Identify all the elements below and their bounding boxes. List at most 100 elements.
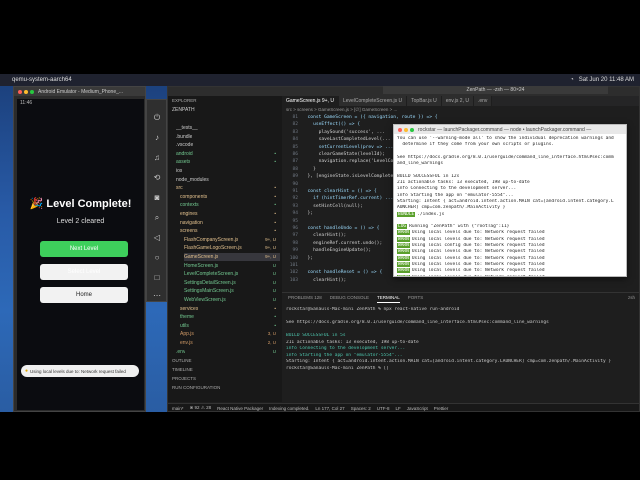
editor-tab[interactable]: GameScreen.js 9+, U bbox=[282, 96, 339, 106]
packager-line-text: You can use '--warning-mode all' to show… bbox=[397, 136, 614, 141]
tree-item[interactable]: LevelCompleteScreen.js U bbox=[184, 270, 280, 278]
outline-section[interactable]: OUTLINE bbox=[168, 357, 192, 365]
code-line: 85 setCurrentLevel(prev => ... bbox=[282, 144, 393, 151]
projects-section[interactable]: PROJECTS bbox=[168, 375, 196, 383]
integrated-terminal[interactable]: rockstar@Sanauls-Mac-mini ZenPath % npx … bbox=[286, 307, 636, 372]
camera-icon[interactable]: ◙ bbox=[151, 192, 163, 204]
menubar-app-name[interactable]: qemu-system-aarch64 bbox=[12, 77, 72, 83]
panel-tab[interactable]: DEBUG CONSOLE bbox=[330, 293, 369, 303]
breadcrumb[interactable]: src > screens > GameScreen.js > [∅] Game… bbox=[282, 106, 639, 114]
tree-item[interactable]: android • bbox=[176, 150, 280, 158]
tree-item[interactable]: env.js 2, U bbox=[180, 339, 280, 347]
tree-item[interactable]: src • bbox=[176, 184, 280, 192]
status-item[interactable]: JavaScript bbox=[407, 406, 428, 411]
project-root[interactable]: ZENPATH bbox=[172, 106, 280, 114]
status-item[interactable]: Spaces: 2 bbox=[351, 406, 371, 411]
tree-item[interactable]: theme • bbox=[180, 313, 280, 321]
tree-item[interactable]: SettingsMainScreen.js U bbox=[184, 287, 280, 295]
tree-item-label: SettingsMainScreen.js bbox=[184, 288, 234, 295]
tree-item[interactable]: HomeScreen.js U bbox=[184, 262, 280, 270]
next-level-button[interactable]: Next Level bbox=[40, 241, 128, 257]
minimize-icon[interactable] bbox=[404, 127, 408, 132]
editor-tab[interactable]: env.js 2, U bbox=[441, 96, 474, 106]
line-number: 86 bbox=[292, 152, 298, 157]
emulator-titlebar[interactable]: Android Emulator - Medium_Phone_... bbox=[14, 87, 145, 96]
minimize-icon[interactable] bbox=[24, 89, 28, 94]
line-number: 81 bbox=[292, 115, 298, 120]
tree-item[interactable]: __tests__ bbox=[176, 124, 280, 132]
tree-item-label: App.js bbox=[180, 331, 194, 338]
status-item[interactable]: Indexing completed. bbox=[269, 406, 309, 411]
run-config-section[interactable]: RUN CONFIGURATION bbox=[168, 384, 220, 392]
tree-item[interactable]: screens • bbox=[180, 227, 280, 235]
status-item[interactable]: React Native Packager bbox=[217, 406, 263, 411]
panel-tab[interactable]: PORTS bbox=[408, 293, 423, 303]
tree-item[interactable]: contexts • bbox=[180, 201, 280, 209]
code-line: 97 clearHint(); bbox=[282, 232, 346, 239]
status-item[interactable]: Prettier bbox=[434, 406, 449, 411]
tree-item[interactable]: utils • bbox=[180, 322, 280, 330]
toast-text: Using local levels due to: Network reque… bbox=[30, 368, 126, 374]
tree-item[interactable]: .vscode bbox=[176, 141, 280, 149]
tree-item[interactable]: navigation • bbox=[180, 219, 280, 227]
back-icon[interactable]: ◁ bbox=[151, 232, 163, 244]
panel-tab[interactable]: TERMINAL bbox=[377, 293, 400, 303]
code-text: const handleUndo = () => { bbox=[302, 226, 380, 231]
status-item[interactable]: UTF-8 bbox=[377, 406, 390, 411]
tree-item[interactable]: App.js 3, U bbox=[180, 330, 280, 338]
status-item[interactable]: ⊗ 92 ⚠ 28 bbox=[190, 405, 212, 411]
packager-output[interactable]: You can use '--warning-mode all' to show… bbox=[397, 136, 625, 276]
volume-down-icon[interactable]: ♫ bbox=[151, 152, 163, 164]
tree-item[interactable]: WebViewScreen.js U bbox=[184, 296, 280, 304]
code-text: useEffect(() => { bbox=[302, 122, 361, 128]
status-item[interactable]: Ln 177, Col 27 bbox=[315, 406, 344, 411]
home-nav-icon[interactable]: ○ bbox=[151, 252, 163, 264]
editor-tab[interactable]: .env bbox=[473, 96, 493, 106]
zsh-terminal-title[interactable]: ZenPath — -zsh — 80×24 bbox=[383, 86, 608, 94]
close-icon[interactable] bbox=[18, 89, 22, 94]
tree-item-badge: U bbox=[272, 279, 276, 285]
packager-titlebar[interactable]: rockstar — launchPackager.command — node… bbox=[394, 125, 626, 134]
volume-up-icon[interactable]: ♪ bbox=[151, 132, 163, 144]
status-item[interactable]: main* bbox=[172, 406, 184, 411]
status-item[interactable]: LF bbox=[395, 406, 400, 411]
wifi-icon[interactable]: ◔ bbox=[570, 77, 574, 83]
tree-item[interactable]: assets • bbox=[176, 158, 280, 166]
line-number: 82 bbox=[292, 122, 298, 128]
rotate-icon[interactable]: ⟲ bbox=[151, 172, 163, 184]
zoom-tool-icon[interactable]: ⌕ bbox=[151, 212, 163, 224]
shell-selector[interactable]: zsh bbox=[628, 293, 635, 303]
tree-item-label: components bbox=[180, 193, 208, 200]
line-number: 100 bbox=[289, 255, 298, 261]
tree-item[interactable]: SettingsDetailScreen.js U bbox=[184, 279, 280, 287]
power-icon[interactable]: ⏻ bbox=[151, 112, 163, 124]
code-text: saveLastCompletedLevel(... bbox=[302, 137, 391, 143]
tree-item[interactable]: components • bbox=[180, 193, 280, 201]
zoom-icon[interactable] bbox=[30, 89, 34, 94]
tree-item[interactable]: ios bbox=[176, 167, 280, 175]
code-text: engineRef.current.undo(); bbox=[302, 240, 383, 246]
panel-tab[interactable]: PROBLEMS 128 bbox=[288, 293, 322, 303]
phone-screen[interactable]: 11:46 🎉 Level Complete! Level 2 cleared … bbox=[17, 99, 144, 410]
zoom-icon[interactable] bbox=[410, 127, 414, 132]
tree-item[interactable]: engines • bbox=[180, 210, 280, 218]
overview-icon[interactable]: □ bbox=[151, 272, 163, 284]
log-badge: WARN bbox=[397, 261, 410, 267]
more-icon[interactable]: ⋯ bbox=[151, 290, 163, 301]
menubar-datetime[interactable]: Sat Jun 20 11:48 AM bbox=[579, 77, 634, 83]
tree-item[interactable]: GameScreen.js 9+, U bbox=[184, 253, 280, 261]
tree-item[interactable]: .bundle bbox=[176, 133, 280, 141]
select-level-button[interactable]: Select Level bbox=[40, 264, 128, 280]
editor-tab[interactable]: TopBar.js U bbox=[407, 96, 442, 106]
editor-tab[interactable]: LevelCompleteScreen.js U bbox=[338, 96, 408, 106]
home-button[interactable]: Home bbox=[40, 287, 128, 303]
tree-item[interactable]: FlashCompanyScreen.js 9+, U bbox=[184, 236, 280, 244]
tree-item[interactable]: node_modules bbox=[176, 176, 280, 184]
tree-item[interactable]: FlashGameLogoScreen.js 9+, U bbox=[184, 244, 280, 252]
tree-item-badge: 2, U bbox=[267, 340, 276, 345]
tree-item[interactable]: services • bbox=[180, 305, 280, 313]
tree-item[interactable]: .env U bbox=[176, 348, 280, 356]
line-number: 101 bbox=[289, 263, 298, 268]
close-icon[interactable] bbox=[398, 127, 402, 132]
timeline-section[interactable]: TIMELINE bbox=[168, 366, 193, 374]
